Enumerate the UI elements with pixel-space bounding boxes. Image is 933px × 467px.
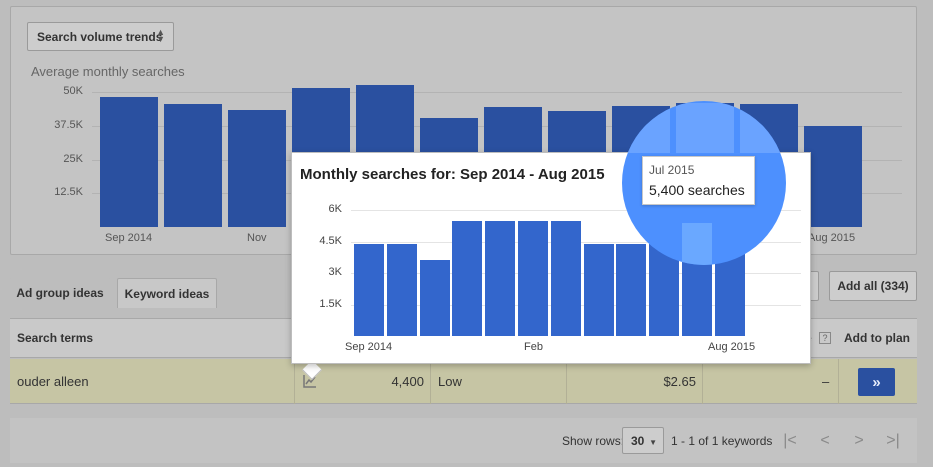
bar — [485, 220, 516, 336]
x-tick-label: Sep 2014 — [345, 341, 393, 353]
popup-bar-chart: 6K 4.5K 3K 1.5K Sep 2014 Feb Aug 2015 — [0, 0, 933, 467]
y-tick-label: 6K — [328, 203, 342, 215]
bar — [518, 220, 548, 336]
x-tick-label: Aug 2015 — [708, 341, 756, 353]
bar — [550, 220, 581, 336]
y-tick-label: 3K — [328, 266, 342, 278]
bar — [622, 105, 670, 153]
bar — [682, 222, 712, 265]
bar — [740, 104, 786, 153]
bar — [676, 102, 734, 153]
x-tick-label: Feb — [524, 341, 543, 353]
bar — [419, 260, 450, 336]
tooltip-value: 5,400 searches — [649, 182, 745, 198]
bar — [583, 243, 614, 336]
tooltip-month: Jul 2015 — [649, 163, 695, 177]
bar — [354, 243, 384, 336]
y-tick-label: 1.5K — [319, 297, 342, 310]
bar — [386, 243, 417, 336]
bar — [452, 220, 483, 336]
y-tick-label: 4.5K — [319, 234, 342, 247]
